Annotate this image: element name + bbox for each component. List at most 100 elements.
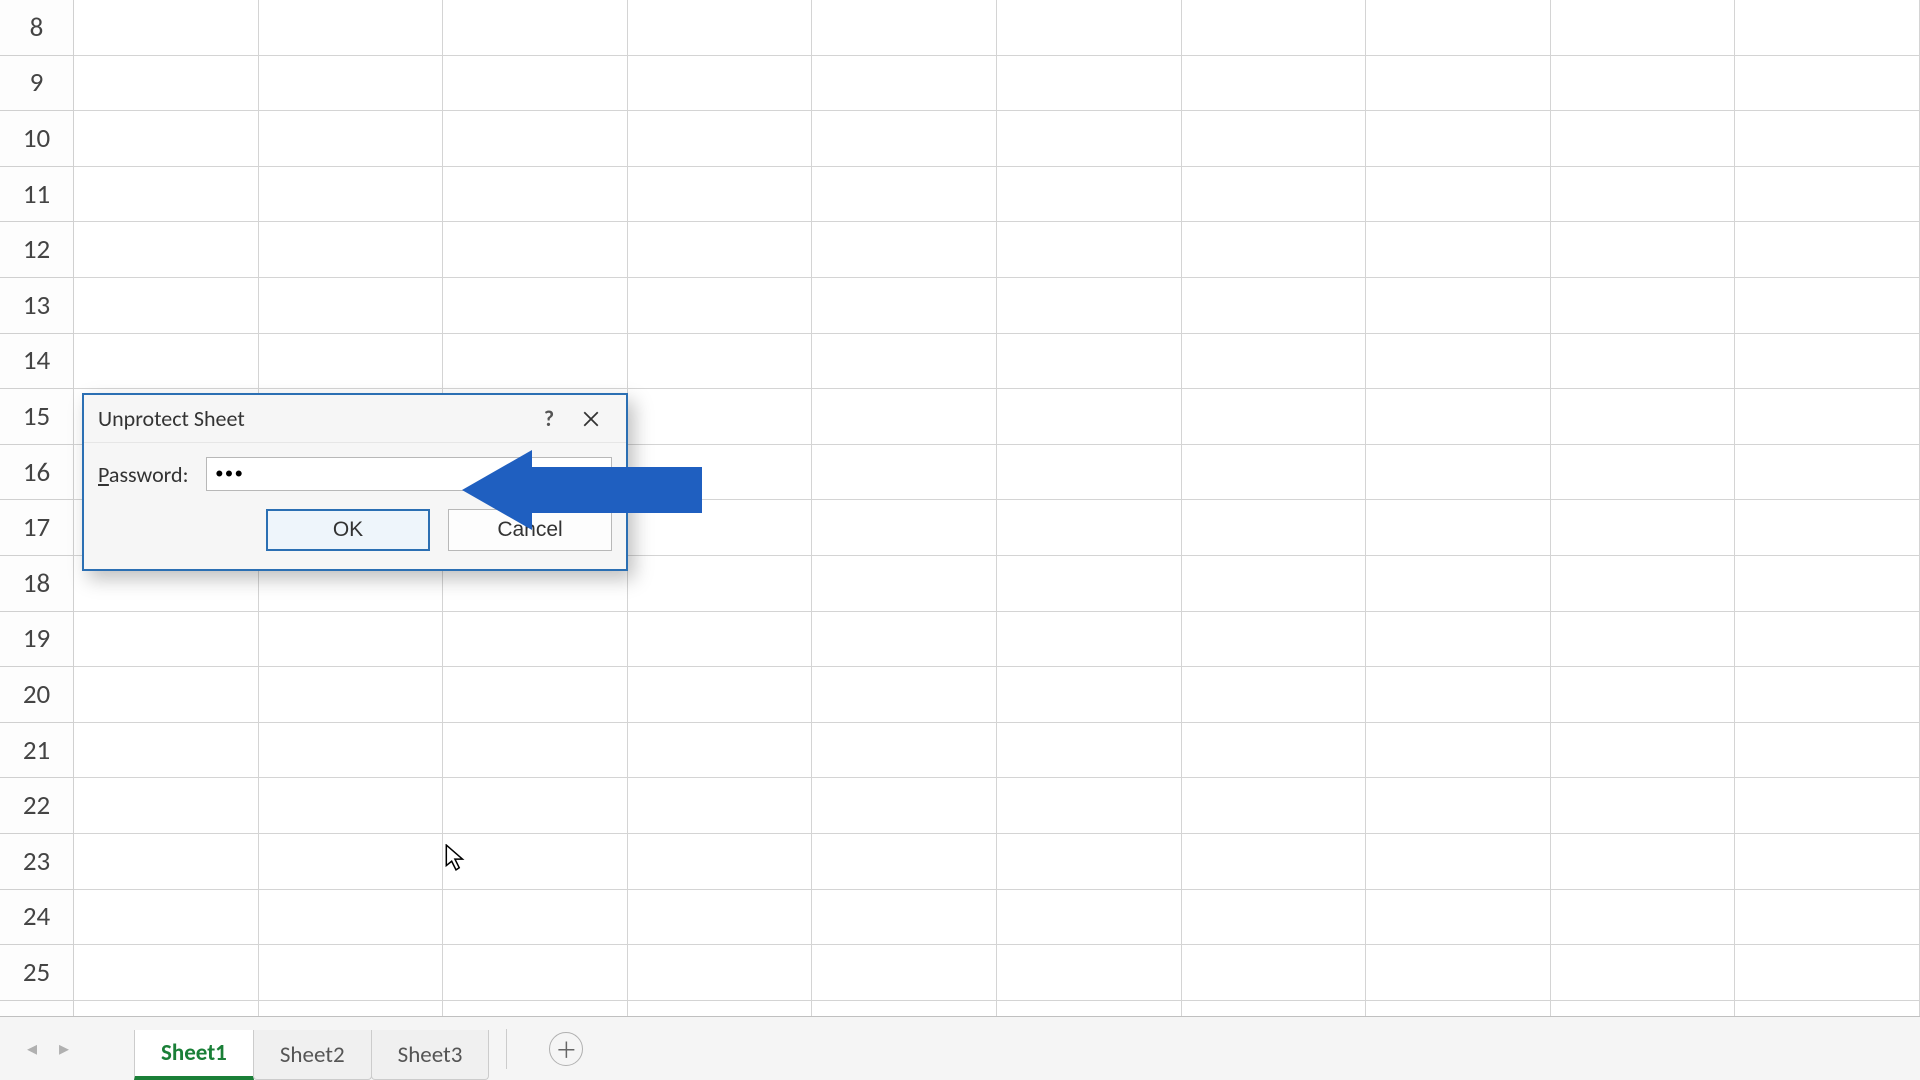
cell[interactable]: [259, 667, 444, 723]
cell[interactable]: [1551, 723, 1736, 779]
cell[interactable]: [1182, 445, 1367, 501]
cell[interactable]: [1551, 556, 1736, 612]
cell[interactable]: [259, 334, 444, 390]
cell[interactable]: [1366, 389, 1551, 445]
cell[interactable]: [1735, 1001, 1920, 1016]
cell[interactable]: [1551, 389, 1736, 445]
cell[interactable]: [1366, 612, 1551, 668]
row-header[interactable]: 18: [0, 556, 74, 612]
cell[interactable]: [1735, 0, 1920, 56]
cell[interactable]: [997, 723, 1182, 779]
cell[interactable]: [628, 389, 813, 445]
cell[interactable]: [1735, 834, 1920, 890]
sheet-nav-prev[interactable]: ◂: [16, 1036, 48, 1061]
cell[interactable]: [812, 389, 997, 445]
cell[interactable]: [74, 778, 259, 834]
cell[interactable]: [259, 56, 444, 112]
row-header[interactable]: 21: [0, 723, 74, 779]
cell[interactable]: [443, 945, 628, 1001]
cell[interactable]: [628, 0, 813, 56]
cell[interactable]: [259, 945, 444, 1001]
cell[interactable]: [259, 890, 444, 946]
cell[interactable]: [259, 778, 444, 834]
cell[interactable]: [74, 56, 259, 112]
cell[interactable]: [628, 556, 813, 612]
cell[interactable]: [443, 1001, 628, 1016]
cell[interactable]: [443, 612, 628, 668]
cell[interactable]: [74, 1001, 259, 1016]
cell[interactable]: [997, 56, 1182, 112]
cell[interactable]: [1366, 56, 1551, 112]
cell[interactable]: [443, 667, 628, 723]
cell[interactable]: [1735, 945, 1920, 1001]
row-header[interactable]: 10: [0, 111, 74, 167]
cell[interactable]: [997, 945, 1182, 1001]
cell[interactable]: [1182, 890, 1367, 946]
row-header[interactable]: 19: [0, 612, 74, 668]
cell[interactable]: [812, 56, 997, 112]
cell[interactable]: [628, 890, 813, 946]
cell[interactable]: [259, 167, 444, 223]
dialog-titlebar[interactable]: Unprotect Sheet ?: [84, 395, 626, 443]
sheet-tab[interactable]: Sheet1: [134, 1030, 254, 1080]
cell[interactable]: [1735, 556, 1920, 612]
cell[interactable]: [997, 500, 1182, 556]
cell[interactable]: [1366, 834, 1551, 890]
cell[interactable]: [1366, 667, 1551, 723]
cell[interactable]: [74, 278, 259, 334]
cell[interactable]: [443, 723, 628, 779]
cell[interactable]: [1182, 945, 1367, 1001]
cell[interactable]: [812, 0, 997, 56]
cell[interactable]: [1735, 111, 1920, 167]
cell[interactable]: [1182, 612, 1367, 668]
sheet-tab[interactable]: Sheet3: [371, 1030, 490, 1080]
sheet-tab[interactable]: Sheet2: [253, 1030, 372, 1080]
cell[interactable]: [812, 222, 997, 278]
cell[interactable]: [1551, 834, 1736, 890]
cell[interactable]: [259, 222, 444, 278]
cell[interactable]: [1366, 0, 1551, 56]
cell[interactable]: [1735, 167, 1920, 223]
cell[interactable]: [1551, 56, 1736, 112]
cell[interactable]: [628, 278, 813, 334]
cell[interactable]: [1366, 167, 1551, 223]
cell[interactable]: [1182, 500, 1367, 556]
cell[interactable]: [1182, 0, 1367, 56]
cell[interactable]: [1366, 556, 1551, 612]
cell[interactable]: [628, 667, 813, 723]
sheet-nav-next[interactable]: ▸: [48, 1036, 80, 1061]
cell[interactable]: [628, 945, 813, 1001]
cell[interactable]: [1735, 723, 1920, 779]
cell[interactable]: [1182, 389, 1367, 445]
cell[interactable]: [997, 667, 1182, 723]
cell[interactable]: [1366, 500, 1551, 556]
cell[interactable]: [997, 167, 1182, 223]
cell[interactable]: [74, 723, 259, 779]
cell[interactable]: [443, 0, 628, 56]
cell[interactable]: [628, 111, 813, 167]
cell[interactable]: [628, 834, 813, 890]
cell[interactable]: [812, 556, 997, 612]
cell[interactable]: [628, 167, 813, 223]
cell[interactable]: [1551, 667, 1736, 723]
cell[interactable]: [1551, 612, 1736, 668]
cell[interactable]: [997, 0, 1182, 56]
cell[interactable]: [1551, 167, 1736, 223]
cell[interactable]: [812, 890, 997, 946]
cell[interactable]: [259, 1001, 444, 1016]
cell[interactable]: [1551, 111, 1736, 167]
cell[interactable]: [1366, 1001, 1551, 1016]
cell[interactable]: [1551, 445, 1736, 501]
cell[interactable]: [997, 834, 1182, 890]
cell[interactable]: [1366, 723, 1551, 779]
cell[interactable]: [812, 445, 997, 501]
cell[interactable]: [628, 612, 813, 668]
cell[interactable]: [1366, 890, 1551, 946]
cell[interactable]: [1735, 222, 1920, 278]
row-header[interactable]: 12: [0, 222, 74, 278]
cell[interactable]: [1735, 778, 1920, 834]
cell[interactable]: [443, 278, 628, 334]
cell[interactable]: [74, 111, 259, 167]
cell[interactable]: [1735, 278, 1920, 334]
cell[interactable]: [997, 389, 1182, 445]
